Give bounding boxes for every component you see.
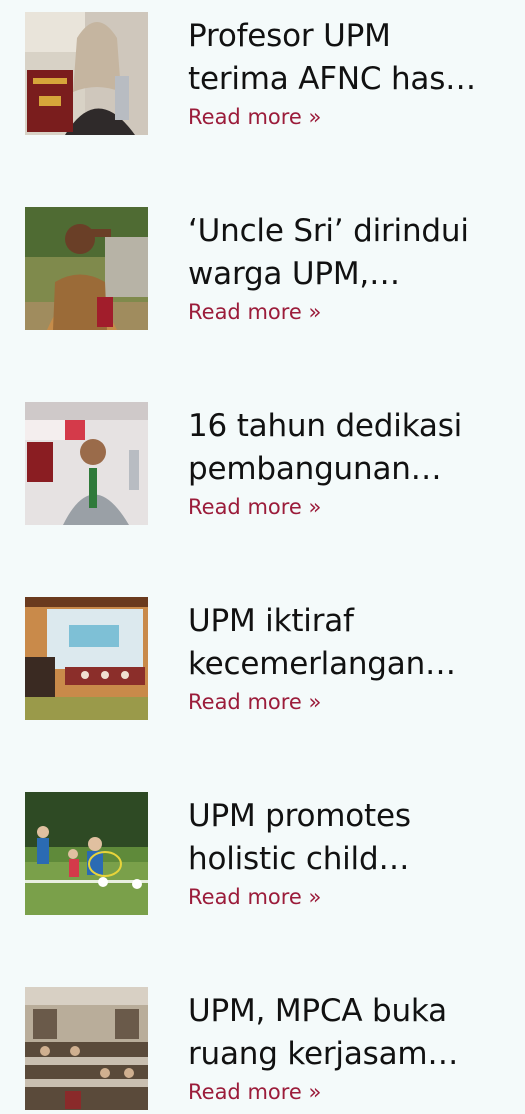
article-title-line-1[interactable]: 16 tahun dedikasi bbox=[188, 405, 508, 448]
read-more-link[interactable]: Read more » bbox=[188, 104, 321, 130]
article-title-line-1[interactable]: Profesor UPM bbox=[188, 15, 508, 58]
article-thumbnail[interactable] bbox=[25, 597, 148, 720]
article-title-line-2[interactable]: pembangunan… bbox=[188, 448, 508, 491]
read-more-link[interactable]: Read more » bbox=[188, 689, 321, 715]
article-title-line-2[interactable]: ruang kerjasam… bbox=[188, 1033, 508, 1076]
read-more-link[interactable]: Read more » bbox=[188, 1079, 321, 1105]
article-title-line-1[interactable]: ‘Uncle Sri’ dirindui bbox=[188, 210, 508, 253]
news-item: ‘Uncle Sri’ dirindui warga UPM,… Read mo… bbox=[25, 207, 515, 332]
article-title-line-2[interactable]: warga UPM,… bbox=[188, 253, 508, 296]
read-more-link[interactable]: Read more » bbox=[188, 884, 321, 910]
article-thumbnail[interactable] bbox=[25, 987, 148, 1110]
news-item: UPM iktiraf kecemerlangan… Read more » bbox=[25, 597, 515, 722]
article-thumbnail[interactable] bbox=[25, 792, 148, 915]
article-thumbnail[interactable] bbox=[25, 12, 148, 135]
article-title-line-2[interactable]: terima AFNC has… bbox=[188, 58, 508, 101]
article-title-line-1[interactable]: UPM, MPCA buka bbox=[188, 990, 508, 1033]
article-title-line-1[interactable]: UPM promotes bbox=[188, 795, 508, 838]
article-title-line-2[interactable]: kecemerlangan… bbox=[188, 643, 508, 686]
news-list: Profesor UPM terima AFNC has… Read more … bbox=[0, 0, 525, 1114]
news-item: UPM promotes holistic child… Read more » bbox=[25, 792, 515, 917]
article-title-line-1[interactable]: UPM iktiraf bbox=[188, 600, 508, 643]
news-item: UPM, MPCA buka ruang kerjasam… Read more… bbox=[25, 987, 515, 1112]
read-more-link[interactable]: Read more » bbox=[188, 299, 321, 325]
news-item: Profesor UPM terima AFNC has… Read more … bbox=[25, 12, 515, 137]
news-item: 16 tahun dedikasi pembangunan… Read more… bbox=[25, 402, 515, 527]
article-thumbnail[interactable] bbox=[25, 402, 148, 525]
read-more-link[interactable]: Read more » bbox=[188, 494, 321, 520]
article-thumbnail[interactable] bbox=[25, 207, 148, 330]
article-title-line-2[interactable]: holistic child… bbox=[188, 838, 508, 881]
